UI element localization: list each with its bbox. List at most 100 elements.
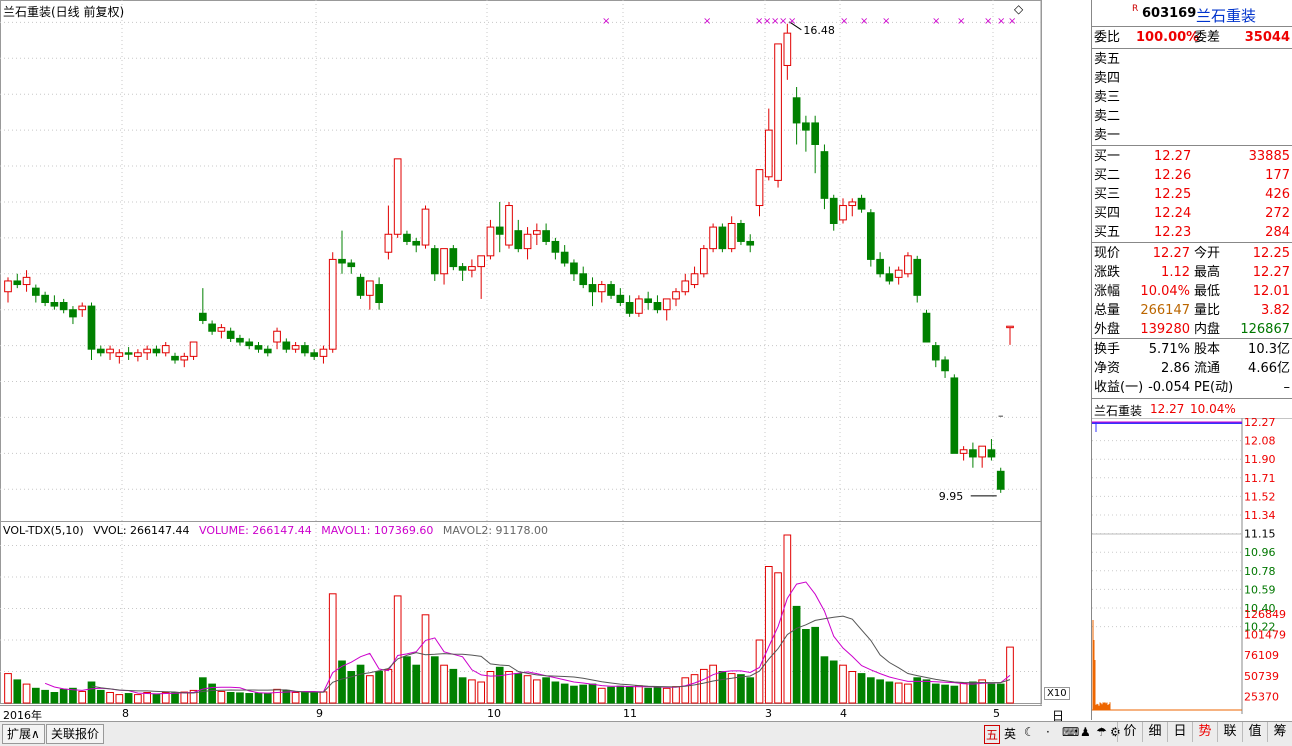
date-label: 8: [122, 707, 129, 720]
candle-body: [5, 281, 12, 292]
stock-name[interactable]: 兰石重装: [1196, 5, 1256, 26]
weibi-value: 100.00%: [1136, 28, 1199, 47]
candle-body: [598, 285, 605, 292]
date-label: 10: [487, 707, 501, 720]
expand-tab[interactable]: 扩展∧: [2, 724, 45, 744]
candle-body: [385, 234, 392, 252]
stat-label: 收益(一): [1094, 378, 1143, 397]
candle-body: [413, 241, 420, 245]
volume-bar: [116, 695, 123, 703]
candle-body: [339, 259, 346, 263]
volume-bar: [70, 688, 77, 703]
english-icon[interactable]: 英: [1004, 725, 1016, 742]
volume-bar: [450, 669, 457, 703]
candle-body: [552, 241, 559, 252]
volume-bar: [598, 688, 605, 703]
shirt-icon[interactable]: ☂: [1096, 725, 1107, 739]
diamond-icon[interactable]: ◇: [1014, 2, 1023, 16]
candle-body: [135, 353, 142, 357]
right-tab-1[interactable]: 细: [1142, 722, 1167, 742]
volume-bar: [580, 685, 587, 703]
volume-bar: [153, 694, 160, 703]
dot-icon[interactable]: ·: [1046, 725, 1050, 739]
candle-body: [895, 270, 902, 277]
volume-bar: [357, 665, 364, 703]
date-label: 4: [840, 707, 847, 720]
intraday-chart[interactable]: 12.27 12.08 11.90 11.71 11.52 11.34 11.15 10.96…: [1092, 418, 1292, 718]
volume-bar: [682, 678, 689, 703]
stat2-row: 收益(一) -0.054 PE(动) –: [1094, 378, 1290, 397]
volume-bar: [895, 683, 902, 703]
volume-bar: [431, 657, 438, 703]
buy-row[interactable]: 买一 12.27 33885: [1094, 147, 1290, 166]
buy-label: 买五: [1094, 223, 1120, 242]
stat-label: 总量: [1094, 301, 1120, 320]
right-tab-6[interactable]: 筹: [1267, 722, 1292, 742]
stat-value: 2.86: [1161, 359, 1190, 378]
volume-bar: [803, 630, 810, 704]
right-tab-2[interactable]: 日: [1167, 722, 1192, 742]
candle-body: [70, 310, 77, 317]
stat-label: 内盘: [1194, 320, 1220, 339]
right-tab-0[interactable]: 价: [1117, 722, 1142, 742]
volume-bar: [533, 680, 540, 703]
buy-row[interactable]: 买三 12.25 426: [1094, 185, 1290, 204]
buy-row[interactable]: 买二 12.26 177: [1094, 166, 1290, 185]
candle-body: [617, 295, 624, 302]
volume-bar: [997, 684, 1004, 703]
stat-value: 266147: [1140, 301, 1190, 320]
stat-value: 1.12: [1161, 263, 1190, 282]
volume-bar: [422, 615, 429, 703]
stat-label: 净资: [1094, 359, 1120, 378]
signal-marker: ×: [703, 16, 711, 27]
buy-row[interactable]: 买四 12.24 272: [1094, 204, 1290, 223]
vol-indicator-name[interactable]: VOL-TDX(5,10): [3, 524, 84, 537]
candle-body: [765, 130, 772, 177]
candle-body: [162, 346, 169, 353]
candle-body: [589, 285, 596, 292]
kline-svg[interactable]: 16.5016.0015.5015.0014.5014.0013.5013.00…: [0, 0, 1042, 705]
stat-label: 换手: [1094, 340, 1120, 359]
stat-row: 总量 266147 量比 3.82: [1094, 301, 1290, 320]
intraday-price-tick: 11.90: [1244, 453, 1276, 466]
candle-body: [218, 328, 225, 332]
moon-icon[interactable]: ☾: [1024, 725, 1035, 739]
signal-marker: ×: [779, 16, 787, 27]
volume-bar: [469, 680, 476, 703]
volume-bar: [125, 694, 132, 703]
volume-bar: [988, 684, 995, 703]
related-quote-tab[interactable]: 关联报价: [46, 724, 104, 744]
kline-chart[interactable]: 16.5016.0015.5015.0014.5014.0013.5013.00…: [0, 0, 1042, 705]
right-tab-4[interactable]: 联: [1217, 722, 1242, 742]
stat-label: 流通: [1194, 359, 1220, 378]
candle-body: [23, 277, 30, 284]
candle-body: [366, 281, 373, 295]
keyboard-icon[interactable]: ⌨: [1062, 725, 1079, 739]
candle-body: [784, 33, 791, 65]
five-icon[interactable]: 五: [984, 725, 1000, 744]
volume-bar: [515, 674, 522, 703]
volume-bar: [867, 678, 874, 703]
candle-body: [867, 213, 874, 260]
candle-body: [830, 198, 837, 223]
candle-body: [450, 249, 457, 267]
volume-bar: [227, 693, 234, 704]
volume-bar: [320, 692, 327, 703]
buy-row[interactable]: 买五 12.23 284: [1094, 223, 1290, 242]
user-icon[interactable]: ♟: [1080, 725, 1091, 739]
volume-bar: [691, 675, 698, 703]
stat-value: 12.01: [1253, 282, 1290, 301]
candle-body: [515, 231, 522, 249]
right-tab-5[interactable]: 值: [1242, 722, 1267, 742]
candle-body: [172, 356, 179, 360]
intraday-price-tick: 12.08: [1244, 435, 1276, 448]
right-tab-3[interactable]: 势: [1192, 722, 1217, 742]
volume-bar: [42, 690, 49, 703]
volume-bar: [840, 665, 847, 703]
stat-label: PE(动): [1194, 378, 1233, 397]
candle-body: [264, 349, 271, 353]
buy-price: 12.24: [1154, 204, 1191, 223]
candle-body: [97, 349, 104, 353]
volume-bar: [960, 683, 967, 703]
date-label: 11: [623, 707, 637, 720]
